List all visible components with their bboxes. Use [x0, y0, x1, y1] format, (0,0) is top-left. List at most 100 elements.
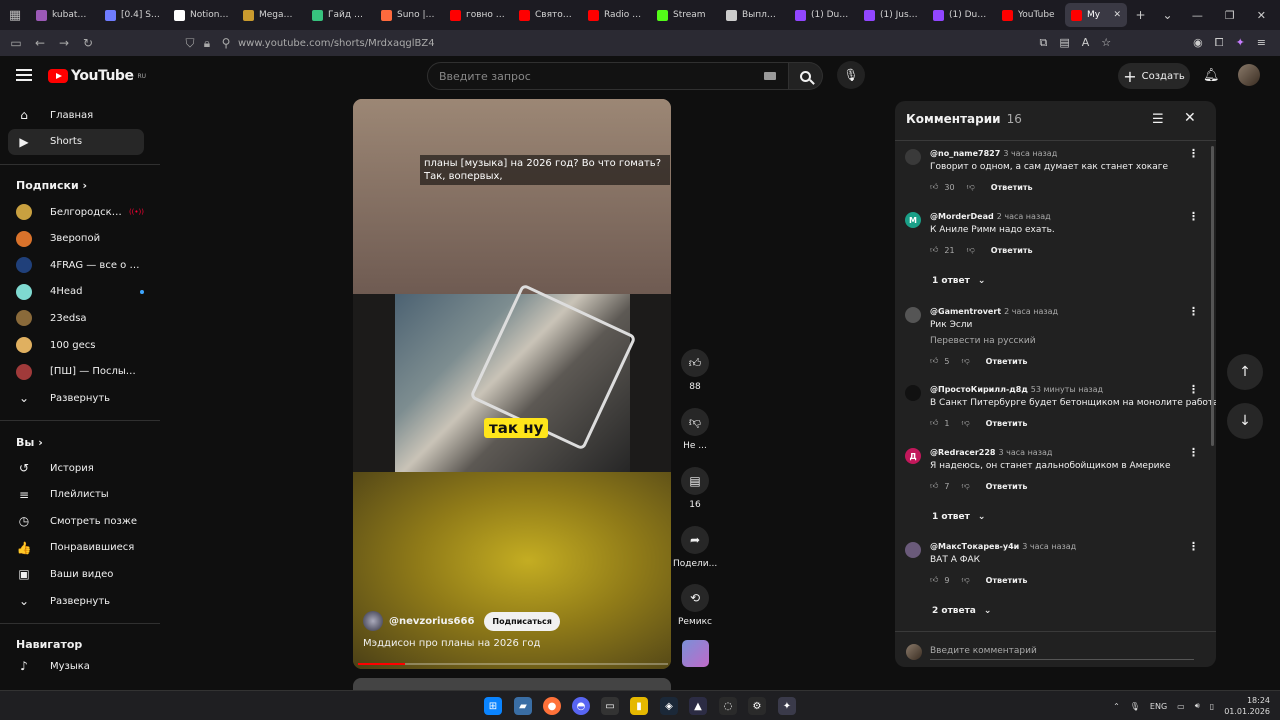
- comment-avatar[interactable]: [905, 385, 921, 401]
- voice-search-button[interactable]: 🎙︎: [837, 61, 865, 89]
- dislike-button[interactable]: 👎︎ Не ...: [673, 408, 717, 451]
- screenshot-icon[interactable]: ⧉: [1039, 36, 1047, 50]
- more-options-icon[interactable]: ⋮: [1188, 210, 1199, 223]
- thumbs-down-icon[interactable]: 👎︎: [961, 356, 969, 366]
- sidebar-subscription[interactable]: [ПШ] — Послышал...: [8, 359, 144, 385]
- sidebar-item-music[interactable]: ♪ Музыка: [8, 653, 144, 679]
- discord-icon[interactable]: ◓: [572, 697, 590, 715]
- reply-button[interactable]: Ответить: [986, 357, 1028, 366]
- comment-avatar[interactable]: [905, 307, 921, 323]
- thumbs-up-icon[interactable]: 👍︎: [930, 182, 938, 192]
- sidebar-item-history[interactable]: ↺ История: [8, 455, 144, 481]
- browser-tab[interactable]: Stream: [651, 3, 718, 27]
- thumbs-up-icon[interactable]: 👍︎: [930, 575, 938, 585]
- browser-tab[interactable]: Гайд по пр: [306, 3, 373, 27]
- translate-icon[interactable]: A: [1082, 36, 1090, 50]
- browser-tab[interactable]: (1) Just Ch: [858, 3, 925, 27]
- comments-button[interactable]: ▤ 16: [673, 467, 717, 510]
- new-tab-button[interactable]: +: [1127, 8, 1154, 22]
- share-button[interactable]: ➦ Подели...: [673, 526, 717, 569]
- browser-tab[interactable]: Notion - L: [168, 3, 235, 27]
- app-circle-icon[interactable]: ◌: [719, 697, 737, 715]
- start-windows-icon[interactable]: ⊞: [484, 697, 502, 715]
- extension-icon[interactable]: ✦: [1236, 36, 1245, 50]
- avatar[interactable]: [1238, 64, 1260, 86]
- subscriptions-expand-button[interactable]: ⌄ Развернуть: [8, 385, 144, 411]
- tab-dropdown-icon[interactable]: ⌄: [1154, 8, 1181, 22]
- tab-close-icon[interactable]: ✕: [1113, 10, 1121, 20]
- comment-author[interactable]: @MorderDead: [930, 212, 994, 221]
- next-short-thumbnail[interactable]: [353, 678, 671, 690]
- minimize-icon[interactable]: —: [1192, 9, 1203, 22]
- comment-input[interactable]: Введите комментарий: [930, 646, 1194, 660]
- comment-time[interactable]: 2 часа назад: [997, 212, 1051, 221]
- reply-button[interactable]: Ответить: [986, 576, 1028, 585]
- site-info-icon[interactable]: ⚲: [214, 36, 238, 50]
- comment-avatar[interactable]: Д: [905, 448, 921, 464]
- browser-tab[interactable]: Святой Ва: [513, 3, 580, 27]
- sidebar-item-watch-later[interactable]: ◷ Смотреть позже: [8, 508, 144, 534]
- more-options-icon[interactable]: ⋮: [1188, 540, 1199, 553]
- close-icon[interactable]: ✕: [1184, 110, 1196, 126]
- sidebar-toggle-icon[interactable]: ▭: [4, 36, 28, 50]
- restore-icon[interactable]: ❐: [1225, 9, 1235, 22]
- more-options-icon[interactable]: ⋮: [1188, 383, 1199, 396]
- url-text[interactable]: www.youtube.com/shorts/MrdxaqglBZ4: [238, 38, 435, 49]
- translate-link[interactable]: Перевести на русский: [930, 336, 1036, 346]
- sidebar-item-liked[interactable]: 👍 Понравившиеся: [8, 535, 144, 561]
- browser-tab[interactable]: Му ✕: [1065, 3, 1127, 27]
- comment-time[interactable]: 3 часа назад: [1022, 542, 1076, 551]
- browser-tab[interactable]: (1) Dunduk: [927, 3, 994, 27]
- scrollbar[interactable]: [1211, 146, 1214, 446]
- hamburger-menu-icon[interactable]: [16, 69, 32, 81]
- you-heading[interactable]: Вы ›: [16, 436, 43, 449]
- you-expand-button[interactable]: ⌄ Развернуть: [8, 588, 144, 614]
- browser-tab[interactable]: Radio Reco: [582, 3, 649, 27]
- thumbs-down-icon[interactable]: 👎︎: [961, 418, 969, 428]
- next-short-button[interactable]: ↓: [1227, 403, 1263, 439]
- sidebar-subscription[interactable]: Зверопой: [8, 226, 144, 252]
- show-replies-button[interactable]: 1 ответ ⌄: [932, 276, 985, 286]
- terminal-icon[interactable]: ▭: [601, 697, 619, 715]
- extensions-icon[interactable]: ⧠: [1215, 36, 1224, 50]
- comment-author[interactable]: @МаксТокарев-у4и: [930, 542, 1019, 551]
- comment-time[interactable]: 3 часа назад: [998, 448, 1052, 457]
- browser-tab[interactable]: YouTube: [996, 3, 1063, 27]
- previous-short-button[interactable]: ↑: [1227, 354, 1263, 390]
- sidebar-subscription[interactable]: 4Head: [8, 279, 144, 305]
- subscriptions-heading[interactable]: Подписки ›: [16, 179, 87, 192]
- comment-author[interactable]: @Redracer228: [930, 448, 995, 457]
- sidebar-item-home[interactable]: ⌂ Главная: [8, 102, 144, 128]
- comment-time[interactable]: 3 часа назад: [1003, 149, 1057, 158]
- browser-tab[interactable]: Suno | AI M: [375, 3, 442, 27]
- volume-icon[interactable]: 🔊︎: [1195, 701, 1200, 711]
- search-input[interactable]: Введите запрос: [427, 62, 789, 90]
- channel-avatar[interactable]: [363, 611, 383, 631]
- youtube-logo[interactable]: YouTube RU: [48, 68, 146, 84]
- network-icon[interactable]: ▭: [1177, 702, 1185, 711]
- reply-button[interactable]: Ответить: [991, 246, 1033, 255]
- thumbs-up-icon[interactable]: 👍︎: [930, 481, 938, 491]
- more-options-icon[interactable]: ⋮: [1188, 446, 1199, 459]
- sidebar-item-playlists[interactable]: ≡ Плейлисты: [8, 482, 144, 508]
- show-replies-button[interactable]: 1 ответ ⌄: [932, 512, 985, 522]
- settings-gear-icon[interactable]: ⚙: [748, 697, 766, 715]
- battery-icon[interactable]: ▯: [1210, 702, 1214, 711]
- browser-tab[interactable]: kubaturnik: [30, 3, 97, 27]
- sidebar-item-shorts[interactable]: ▶ Shorts: [8, 128, 144, 155]
- show-replies-button[interactable]: 2 ответа ⌄: [932, 606, 991, 616]
- thumbs-up-icon[interactable]: 👍︎: [930, 356, 938, 366]
- channel-name[interactable]: @nevzorius666: [389, 616, 474, 627]
- thumbs-down-icon[interactable]: 👎︎: [967, 245, 975, 255]
- language-indicator[interactable]: ENG: [1150, 702, 1167, 711]
- thumbs-up-icon[interactable]: 👍︎: [930, 245, 938, 255]
- chevron-up-icon[interactable]: ⌃: [1113, 702, 1120, 711]
- steam-icon[interactable]: ◈: [660, 697, 678, 715]
- bookmark-star-icon[interactable]: ☆: [1101, 36, 1111, 50]
- comment-time[interactable]: 2 часа назад: [1004, 307, 1058, 316]
- sidebar-subscription[interactable]: 4FRAG — все о сов...: [8, 252, 144, 278]
- account-icon[interactable]: ◉: [1193, 36, 1203, 50]
- like-button[interactable]: 👍︎ 88: [673, 349, 717, 392]
- search-button[interactable]: [789, 62, 823, 90]
- browser-tab[interactable]: говно как: [444, 3, 511, 27]
